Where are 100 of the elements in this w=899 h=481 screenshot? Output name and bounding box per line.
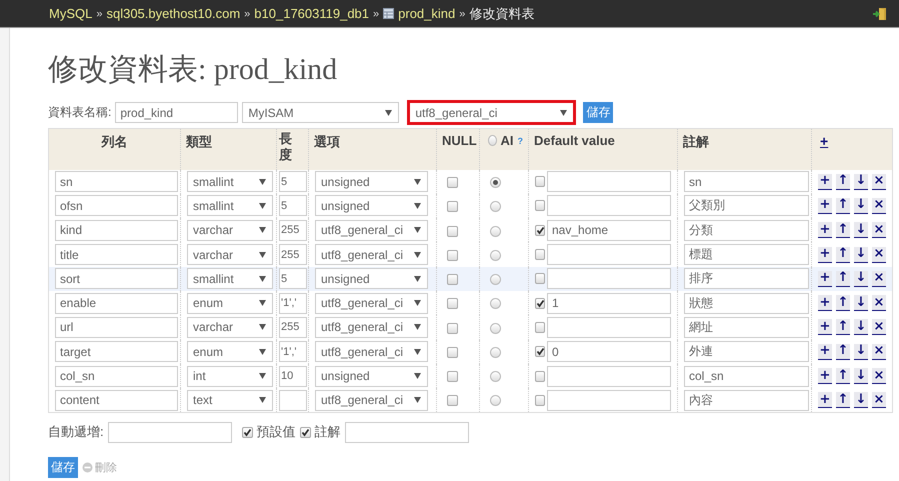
save-button[interactable]: 儲存 [48, 456, 78, 478]
column-name-field[interactable]: col_sn [55, 366, 178, 387]
auto-increment-radio[interactable] [490, 395, 501, 406]
comment-field[interactable]: 排序 [684, 268, 809, 290]
default-value-field[interactable] [547, 268, 671, 290]
auto-increment-radio[interactable] [490, 274, 501, 286]
type-select[interactable]: smallint [187, 268, 273, 290]
auto-increment-radio[interactable] [490, 176, 501, 188]
type-select[interactable]: text [187, 390, 273, 411]
type-select[interactable]: varchar [187, 220, 273, 241]
length-field[interactable]: 255 [279, 316, 307, 338]
defaults-checkbox[interactable] [242, 426, 253, 438]
auto-increment-radio[interactable] [488, 135, 496, 146]
row-action-button[interactable]: + [818, 174, 832, 190]
column-name-field[interactable]: sort [55, 268, 178, 290]
row-action-button[interactable]: × [872, 270, 886, 287]
row-action-button[interactable]: ↓ [854, 198, 868, 214]
collation-select[interactable]: utf8_general_ci [407, 100, 576, 125]
row-action-button[interactable]: ↓ [854, 344, 868, 360]
default-checkbox[interactable] [535, 200, 545, 212]
row-action-button[interactable]: ↓ [854, 392, 868, 408]
auto-increment-radio[interactable] [490, 226, 501, 237]
comment-field[interactable]: 狀態 [684, 292, 809, 314]
length-field[interactable]: '1',' [279, 341, 307, 362]
null-checkbox[interactable] [447, 274, 458, 286]
comment-field[interactable]: 標題 [684, 244, 809, 266]
default-value-field[interactable] [547, 390, 671, 411]
options-select[interactable]: utf8_general_ci [315, 292, 428, 314]
row-action-button[interactable]: ↓ [854, 270, 868, 287]
comment-field[interactable]: 父類別 [684, 195, 809, 216]
type-select[interactable]: varchar [187, 244, 273, 266]
row-action-button[interactable]: × [872, 198, 886, 214]
options-select[interactable]: utf8_general_ci [315, 220, 428, 241]
null-checkbox[interactable] [447, 201, 458, 212]
comment-field[interactable]: 網址 [684, 316, 809, 338]
column-name-field[interactable]: target [55, 341, 178, 362]
default-checkbox[interactable] [535, 298, 545, 309]
breadcrumb-link[interactable]: b10_17603119_db1 [254, 6, 370, 21]
default-checkbox[interactable] [535, 249, 545, 260]
row-action-button[interactable]: × [872, 368, 886, 384]
row-action-button[interactable]: + [818, 270, 832, 287]
default-checkbox[interactable] [535, 322, 545, 333]
null-checkbox[interactable] [447, 347, 458, 358]
row-action-button[interactable]: ↑ [836, 222, 850, 238]
type-select[interactable]: int [187, 366, 273, 387]
default-checkbox[interactable] [535, 346, 545, 358]
auto-increment-field[interactable] [108, 422, 232, 443]
row-action-button[interactable]: ↑ [836, 198, 850, 214]
row-action-button[interactable]: ↓ [854, 319, 868, 336]
row-action-button[interactable]: ↑ [836, 344, 850, 360]
breadcrumb-link[interactable]: MySQL [49, 6, 92, 21]
null-checkbox[interactable] [447, 322, 458, 334]
default-value-field[interactable] [547, 366, 671, 387]
options-select[interactable]: utf8_general_ci [315, 341, 428, 362]
null-checkbox[interactable] [447, 176, 458, 188]
default-checkbox[interactable] [535, 273, 545, 284]
comment-field[interactable]: 內容 [684, 390, 809, 411]
row-action-button[interactable]: ↓ [854, 368, 868, 384]
default-value-field[interactable]: 1 [547, 292, 671, 314]
row-action-button[interactable]: ↓ [854, 174, 868, 190]
null-checkbox[interactable] [447, 298, 458, 310]
row-action-button[interactable]: + [818, 319, 832, 336]
column-name-field[interactable]: enable [55, 292, 178, 314]
row-action-button[interactable]: + [818, 222, 832, 238]
auto-increment-radio[interactable] [490, 250, 501, 261]
type-select[interactable]: varchar [187, 316, 273, 338]
row-action-button[interactable]: + [818, 392, 832, 408]
breadcrumb-link[interactable]: sql305.byethost10.com [106, 6, 240, 21]
column-name-field[interactable]: ofsn [55, 195, 178, 216]
null-checkbox[interactable] [447, 395, 458, 406]
row-action-button[interactable]: × [872, 392, 886, 408]
null-checkbox[interactable] [447, 250, 458, 261]
row-action-button[interactable]: + [818, 198, 832, 214]
options-select[interactable]: unsigned [315, 195, 428, 216]
options-select[interactable]: unsigned [315, 171, 428, 192]
table-comment-field[interactable] [344, 422, 469, 443]
length-field[interactable]: 5 [279, 171, 307, 192]
breadcrumb-link[interactable]: prod_kind [398, 6, 456, 21]
row-action-button[interactable]: × [872, 246, 886, 263]
options-select[interactable]: utf8_general_ci [315, 390, 428, 411]
default-checkbox[interactable] [535, 370, 545, 382]
row-action-button[interactable]: × [872, 295, 886, 312]
row-action-button[interactable]: + [818, 344, 832, 360]
default-checkbox[interactable] [535, 394, 545, 406]
column-name-field[interactable]: content [55, 390, 178, 411]
row-action-button[interactable]: ↓ [854, 295, 868, 312]
type-select[interactable]: enum [187, 292, 273, 314]
options-select[interactable]: utf8_general_ci [315, 316, 428, 338]
column-name-field[interactable]: kind [55, 220, 178, 241]
row-action-button[interactable]: ↑ [836, 246, 850, 263]
comments-checkbox[interactable] [300, 426, 311, 438]
column-name-field[interactable]: sn [55, 171, 178, 192]
auto-increment-radio[interactable] [490, 298, 501, 310]
row-action-button[interactable]: ↑ [836, 270, 850, 287]
null-checkbox[interactable] [447, 226, 458, 237]
auto-increment-radio[interactable] [490, 322, 501, 334]
comment-field[interactable]: col_sn [684, 366, 809, 387]
default-checkbox[interactable] [535, 224, 545, 236]
length-field[interactable]: 10 [279, 366, 307, 387]
row-action-button[interactable]: ↑ [836, 392, 850, 408]
